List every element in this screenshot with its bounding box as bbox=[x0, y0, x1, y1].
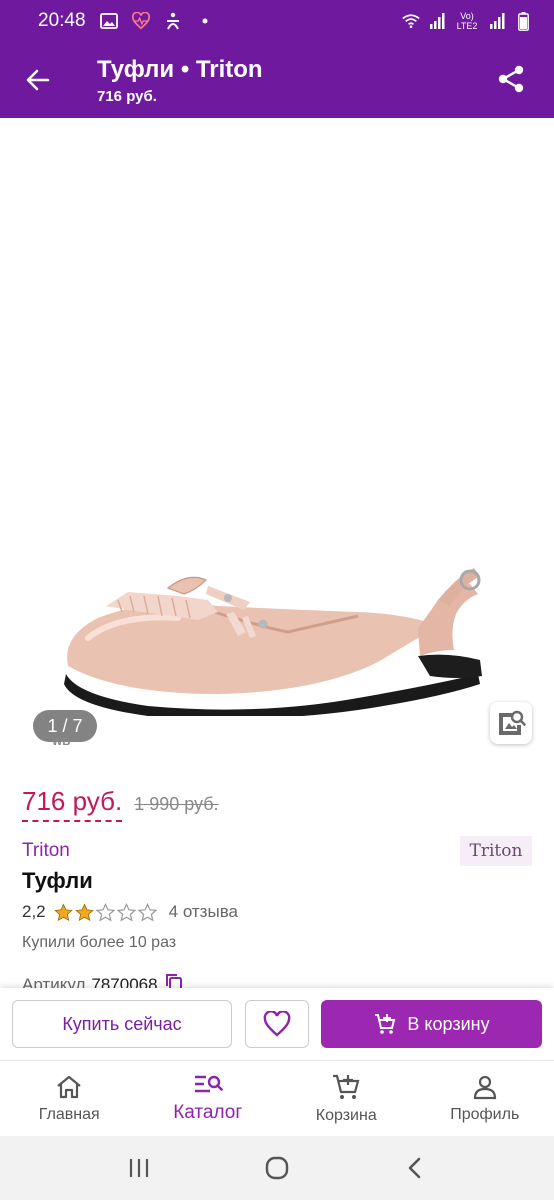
nav-label-home: Главная bbox=[38, 1105, 100, 1123]
nav-label-catalog: Каталог bbox=[173, 1101, 243, 1123]
profile-icon bbox=[473, 1075, 496, 1099]
share-icon bbox=[498, 65, 524, 93]
home-system-button[interactable] bbox=[257, 1148, 297, 1188]
product-gallery[interactable]: 1 / 7 WB bbox=[0, 118, 554, 758]
arrow-back-icon bbox=[26, 69, 50, 91]
signal-icon bbox=[488, 12, 506, 30]
purchase-count: Купили более 10 раз bbox=[22, 934, 177, 951]
nav-item-catalog[interactable]: Каталог bbox=[139, 1061, 278, 1136]
cart-icon bbox=[333, 1074, 360, 1099]
old-price: 1 990 руб. bbox=[134, 794, 219, 814]
bottom-navigation: Главная Каталог Корзина Профиль bbox=[0, 1060, 554, 1136]
watermark: WB bbox=[52, 736, 71, 748]
nav-item-home[interactable]: Главная bbox=[0, 1061, 139, 1136]
heart-icon bbox=[263, 1011, 291, 1037]
signal-icon bbox=[428, 12, 446, 30]
photo-search-button[interactable] bbox=[490, 702, 532, 744]
rating-row[interactable]: 2,2 4 отзыва bbox=[22, 902, 238, 922]
action-bar: Купить сейчас В корзину bbox=[0, 988, 554, 1060]
star-empty-icon bbox=[137, 902, 157, 922]
nav-item-cart[interactable]: Корзина bbox=[277, 1061, 416, 1136]
accessibility-icon bbox=[164, 12, 182, 30]
add-cart-icon bbox=[375, 1014, 396, 1034]
status-bar: 20:48 Vo) LTE2 bbox=[0, 0, 554, 42]
favorite-button[interactable] bbox=[245, 1000, 309, 1048]
gallery-icon bbox=[99, 12, 118, 30]
status-time: 20:48 bbox=[38, 10, 86, 31]
chevron-left-icon bbox=[408, 1157, 421, 1179]
star-filled-icon bbox=[53, 903, 73, 921]
rating-value: 2,2 bbox=[22, 902, 46, 921]
wifi-icon bbox=[402, 12, 420, 30]
current-price[interactable]: 716 руб. bbox=[22, 786, 123, 822]
image-search-icon bbox=[499, 710, 526, 735]
battery-icon bbox=[514, 11, 532, 31]
brand-logo[interactable]: Triton bbox=[460, 836, 532, 866]
system-navigation bbox=[0, 1136, 554, 1200]
network-label: Vo) LTE2 bbox=[456, 11, 478, 31]
star-filled-icon bbox=[74, 903, 94, 921]
buy-now-button[interactable]: Купить сейчас bbox=[12, 1000, 232, 1048]
catalog-search-icon bbox=[194, 1075, 223, 1092]
brand-link[interactable]: Triton bbox=[22, 840, 70, 862]
reviews-count[interactable]: 4 отзыва bbox=[169, 902, 238, 922]
dot-icon bbox=[196, 12, 214, 30]
add-to-cart-button[interactable]: В корзину bbox=[321, 1000, 542, 1048]
nav-label-profile: Профиль bbox=[450, 1105, 520, 1123]
product-image bbox=[64, 568, 482, 716]
add-to-cart-label: В корзину bbox=[407, 1013, 490, 1034]
page-subtitle: 716 руб. bbox=[97, 88, 157, 105]
recent-apps-button[interactable] bbox=[119, 1148, 159, 1188]
star-empty-icon bbox=[116, 902, 136, 922]
home-icon bbox=[57, 1075, 81, 1098]
star-empty-icon bbox=[95, 902, 115, 922]
health-icon bbox=[131, 12, 150, 30]
recent-apps-icon bbox=[129, 1159, 149, 1177]
product-name: Туфли bbox=[22, 868, 93, 893]
nav-label-cart: Корзина bbox=[315, 1106, 377, 1124]
share-button[interactable] bbox=[494, 62, 528, 96]
rating-stars bbox=[53, 902, 157, 922]
nav-item-profile[interactable]: Профиль bbox=[416, 1061, 554, 1136]
home-circle-icon bbox=[265, 1156, 289, 1180]
page-title: Туфли • Triton bbox=[97, 56, 263, 83]
back-button[interactable] bbox=[20, 62, 56, 98]
app-bar: Туфли • Triton 716 руб. bbox=[0, 42, 554, 118]
price-row: 716 руб. 1 990 руб. bbox=[22, 786, 219, 822]
back-system-button[interactable] bbox=[395, 1148, 435, 1188]
